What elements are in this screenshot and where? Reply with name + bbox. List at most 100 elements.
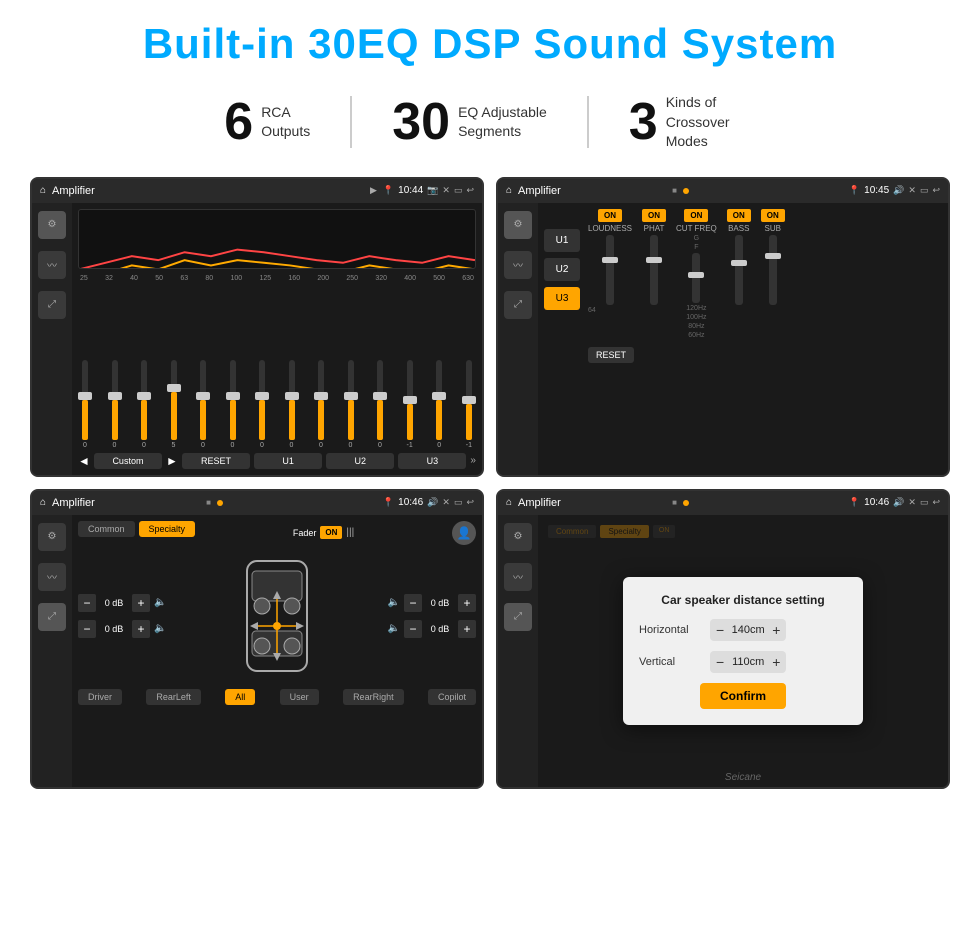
sidebar-wave-btn4[interactable]: 〰 bbox=[504, 563, 532, 591]
cutfreq-slider-g[interactable] bbox=[692, 253, 700, 303]
loudness-slider[interactable] bbox=[606, 235, 614, 305]
sidebar-wave-btn2[interactable]: 〰 bbox=[504, 251, 532, 279]
spk-tl-plus[interactable]: + bbox=[132, 594, 150, 612]
confirm-button[interactable]: Confirm bbox=[700, 683, 786, 709]
eq-slider[interactable]: 0 bbox=[200, 360, 206, 449]
back-icon4[interactable]: ↩ bbox=[932, 497, 940, 508]
sidebar-eq-btn3[interactable]: ⚙ bbox=[38, 523, 66, 551]
eq-slider[interactable]: -1 bbox=[407, 360, 413, 449]
home-icon2[interactable]: ⌂ bbox=[506, 185, 512, 196]
u3-preset-btn[interactable]: U3 bbox=[544, 287, 580, 310]
user-icon[interactable]: 👤 bbox=[452, 521, 476, 545]
spk-tl-minus[interactable]: − bbox=[78, 594, 96, 612]
u3-btn[interactable]: U3 bbox=[398, 453, 466, 469]
eq-slider[interactable]: 0 bbox=[82, 360, 88, 449]
vertical-minus[interactable]: − bbox=[716, 654, 724, 670]
horizontal-control: − 140cm + bbox=[710, 619, 786, 641]
sidebar-eq-btn[interactable]: ⚙ bbox=[38, 211, 66, 239]
common-tab[interactable]: Common bbox=[78, 521, 135, 537]
loudness-toggle[interactable]: ON bbox=[598, 209, 622, 222]
u1-btn[interactable]: U1 bbox=[254, 453, 322, 469]
sidebar-wave-btn3[interactable]: 〰 bbox=[38, 563, 66, 591]
volume-icon4[interactable]: 🔊 bbox=[893, 497, 904, 508]
volume-icon3[interactable]: 🔊 bbox=[427, 497, 438, 508]
vertical-plus[interactable]: + bbox=[772, 654, 780, 670]
spk-tr-plus[interactable]: + bbox=[458, 594, 476, 612]
more-icon[interactable]: » bbox=[470, 455, 476, 466]
close-icon[interactable]: ✕ bbox=[442, 185, 450, 196]
close-icon4[interactable]: ✕ bbox=[908, 497, 916, 508]
spk-br-plus[interactable]: + bbox=[458, 620, 476, 638]
u2-preset-btn[interactable]: U2 bbox=[544, 258, 580, 281]
screen2-time: 10:45 bbox=[864, 185, 889, 196]
eq-slider[interactable]: 0 bbox=[289, 360, 295, 449]
spk-br-minus[interactable]: − bbox=[404, 620, 422, 638]
cutfreq-toggle[interactable]: ON bbox=[684, 209, 708, 222]
sidebar-eq-btn4[interactable]: ⚙ bbox=[504, 523, 532, 551]
eq-slider[interactable]: 0 bbox=[318, 360, 324, 449]
window-icon2[interactable]: ▭ bbox=[920, 185, 929, 196]
copilot-btn[interactable]: Copilot bbox=[428, 689, 476, 705]
volume-icon[interactable]: 🔊 bbox=[893, 185, 904, 196]
pause-icon3[interactable]: ■ bbox=[206, 498, 211, 507]
user-btn[interactable]: User bbox=[280, 689, 319, 705]
sub-slider[interactable] bbox=[769, 235, 777, 305]
u2-btn[interactable]: U2 bbox=[326, 453, 394, 469]
pause-icon[interactable]: ■ bbox=[672, 186, 677, 195]
screen4-time: 10:46 bbox=[864, 497, 889, 508]
u1-preset-btn[interactable]: U1 bbox=[544, 229, 580, 252]
eq-sliders-row: 0 0 bbox=[78, 286, 476, 449]
driver-btn[interactable]: Driver bbox=[78, 689, 122, 705]
prev-arrow[interactable]: ◄ bbox=[78, 454, 90, 468]
close-icon3[interactable]: ✕ bbox=[442, 497, 450, 508]
horizontal-plus[interactable]: + bbox=[772, 622, 780, 638]
back-icon2[interactable]: ↩ bbox=[932, 185, 940, 196]
play-icon[interactable]: ▶ bbox=[370, 185, 377, 196]
sidebar-wave-btn[interactable]: 〰 bbox=[38, 251, 66, 279]
spk-bl-minus[interactable]: − bbox=[78, 620, 96, 638]
eq-slider[interactable]: 0 bbox=[141, 360, 147, 449]
sidebar-arrow-btn2[interactable]: ⤢ bbox=[504, 291, 532, 319]
sub-toggle[interactable]: ON bbox=[761, 209, 785, 222]
eq-slider[interactable]: -1 bbox=[466, 360, 472, 449]
eq-slider[interactable]: 0 bbox=[112, 360, 118, 449]
eq-slider[interactable]: 0 bbox=[436, 360, 442, 449]
rearright-btn[interactable]: RearRight bbox=[343, 689, 404, 705]
bass-slider[interactable] bbox=[735, 235, 743, 305]
phat-slider[interactable] bbox=[650, 235, 658, 305]
home-icon4[interactable]: ⌂ bbox=[506, 497, 512, 508]
sidebar-arrow-btn[interactable]: ⤢ bbox=[38, 291, 66, 319]
sidebar-arrow-btn3[interactable]: ⤢ bbox=[38, 603, 66, 631]
home-icon3[interactable]: ⌂ bbox=[40, 497, 46, 508]
reset-btn[interactable]: RESET bbox=[182, 453, 250, 469]
sidebar-arrow-btn4[interactable]: ⤢ bbox=[504, 603, 532, 631]
window-icon4[interactable]: ▭ bbox=[920, 497, 929, 508]
back-icon3[interactable]: ↩ bbox=[466, 497, 474, 508]
home-icon[interactable]: ⌂ bbox=[40, 185, 46, 196]
back-icon[interactable]: ↩ bbox=[466, 185, 474, 196]
eq-slider[interactable]: 0 bbox=[377, 360, 383, 449]
window-icon[interactable]: ▭ bbox=[454, 185, 463, 196]
custom-btn[interactable]: Custom bbox=[94, 453, 162, 469]
spk-tr-minus[interactable]: − bbox=[404, 594, 422, 612]
eq-slider[interactable]: 0 bbox=[348, 360, 354, 449]
bass-toggle[interactable]: ON bbox=[727, 209, 751, 222]
loudness-label: LOUDNESS bbox=[588, 224, 632, 233]
rearleft-btn[interactable]: RearLeft bbox=[146, 689, 201, 705]
sidebar-eq-btn2[interactable]: ⚙ bbox=[504, 211, 532, 239]
spk-bl-plus[interactable]: + bbox=[132, 620, 150, 638]
eq-slider[interactable]: 0 bbox=[259, 360, 265, 449]
screen4-body: ⚙ 〰 ⤢ Common Specialty ON C bbox=[498, 515, 948, 787]
horizontal-minus[interactable]: − bbox=[716, 622, 724, 638]
eq-slider[interactable]: 0 bbox=[230, 360, 236, 449]
all-btn[interactable]: All bbox=[225, 689, 255, 705]
specialty-tab[interactable]: Specialty bbox=[139, 521, 196, 537]
screen2-reset-btn[interactable]: RESET bbox=[588, 347, 634, 363]
eq-slider[interactable]: 5 bbox=[171, 360, 177, 449]
fader-toggle[interactable]: ON bbox=[320, 526, 342, 539]
window-icon3[interactable]: ▭ bbox=[454, 497, 463, 508]
close-icon2[interactable]: ✕ bbox=[908, 185, 916, 196]
phat-toggle[interactable]: ON bbox=[642, 209, 666, 222]
next-arrow[interactable]: ► bbox=[166, 454, 178, 468]
pause-icon4[interactable]: ■ bbox=[672, 498, 677, 507]
